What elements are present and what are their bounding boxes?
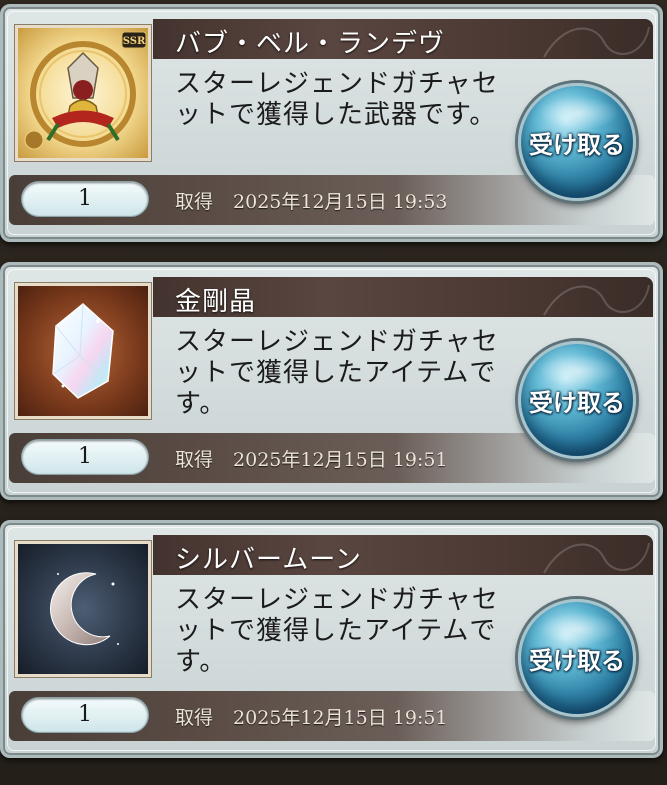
quantity-badge: 1: [21, 439, 149, 475]
receive-button[interactable]: 受け取る: [518, 341, 636, 459]
acquired-label: 取得: [175, 707, 214, 729]
quantity-badge: 1: [21, 697, 149, 733]
acquired-label: 取得: [175, 449, 214, 471]
gift-item-card: 金剛晶 スターレジェンドガチャセットで獲得したアイテムです。 1 取得 2025年…: [0, 262, 663, 500]
acquired-date: 2025年12月15日 19:51: [233, 449, 448, 471]
acquired-label: 取得: [175, 191, 214, 213]
acquired-info: 取得 2025年12月15日 19:51: [175, 703, 448, 730]
ornament-icon: [543, 284, 650, 316]
receive-button[interactable]: 受け取る: [518, 83, 636, 201]
item-description: スターレジェンドガチャセットで獲得したアイテムです。: [175, 327, 499, 419]
item-name: 金剛晶: [175, 287, 257, 317]
bell-weapon-icon: SSR: [15, 25, 151, 161]
receive-button-label: 受け取る: [529, 130, 625, 159]
receive-button-label: 受け取る: [529, 646, 625, 675]
acquired-date: 2025年12月15日 19:51: [233, 707, 448, 729]
gift-item-card: SSR バブ・ベル・ランデヴ スターレジェンドガチャセットで獲得した武器です。 …: [0, 4, 663, 242]
ornament-icon: [543, 26, 650, 58]
quantity-badge: 1: [21, 181, 149, 217]
crystal-icon: [15, 283, 151, 419]
receive-button-label: 受け取る: [529, 388, 625, 417]
item-name: バブ・ベル・ランデヴ: [175, 29, 446, 59]
svg-text:SSR: SSR: [123, 36, 146, 47]
acquired-date: 2025年12月15日 19:53: [233, 191, 448, 213]
ornament-icon: [543, 542, 650, 574]
gift-item-card: シルバームーン スターレジェンドガチャセットで獲得したアイテムです。 1 取得 2…: [0, 520, 663, 758]
receive-button[interactable]: 受け取る: [518, 599, 636, 717]
acquired-info: 取得 2025年12月15日 19:53: [175, 187, 448, 214]
item-description: スターレジェンドガチャセットで獲得した武器です。: [175, 69, 499, 130]
acquired-info: 取得 2025年12月15日 19:51: [175, 445, 448, 472]
silver-moon-icon: [15, 541, 151, 677]
item-name: シルバームーン: [175, 545, 362, 575]
item-description: スターレジェンドガチャセットで獲得したアイテムです。: [175, 585, 499, 677]
